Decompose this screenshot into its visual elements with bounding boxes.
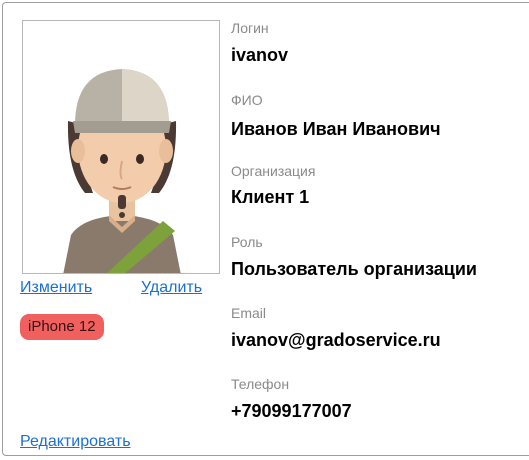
edit-profile-link[interactable]: Редактировать bbox=[20, 433, 131, 451]
device-badge: iPhone 12 bbox=[20, 314, 104, 340]
user-profile-card: Изменить Удалить iPhone 12 Редактировать… bbox=[2, 2, 529, 456]
email-value: ivanov@gradoservice.ru bbox=[231, 330, 441, 350]
role-value: Пользователь организации bbox=[231, 259, 477, 279]
login-value: ivanov bbox=[231, 45, 289, 65]
phone-value: +79099177007 bbox=[231, 401, 352, 421]
email-label: Email bbox=[231, 305, 267, 321]
fio-label: ФИО bbox=[231, 92, 263, 108]
user-avatar bbox=[22, 20, 220, 274]
login-label: Логин bbox=[231, 20, 269, 36]
role-label: Роль bbox=[231, 234, 263, 250]
fio-value: Иванов Иван Иванович bbox=[231, 119, 441, 139]
avatar-illustration bbox=[63, 69, 181, 273]
change-photo-link[interactable]: Изменить bbox=[20, 279, 92, 297]
delete-photo-link[interactable]: Удалить bbox=[141, 279, 202, 297]
organization-label: Организация bbox=[231, 163, 316, 179]
organization-value: Клиент 1 bbox=[231, 187, 310, 207]
phone-label: Телефон bbox=[231, 376, 290, 392]
